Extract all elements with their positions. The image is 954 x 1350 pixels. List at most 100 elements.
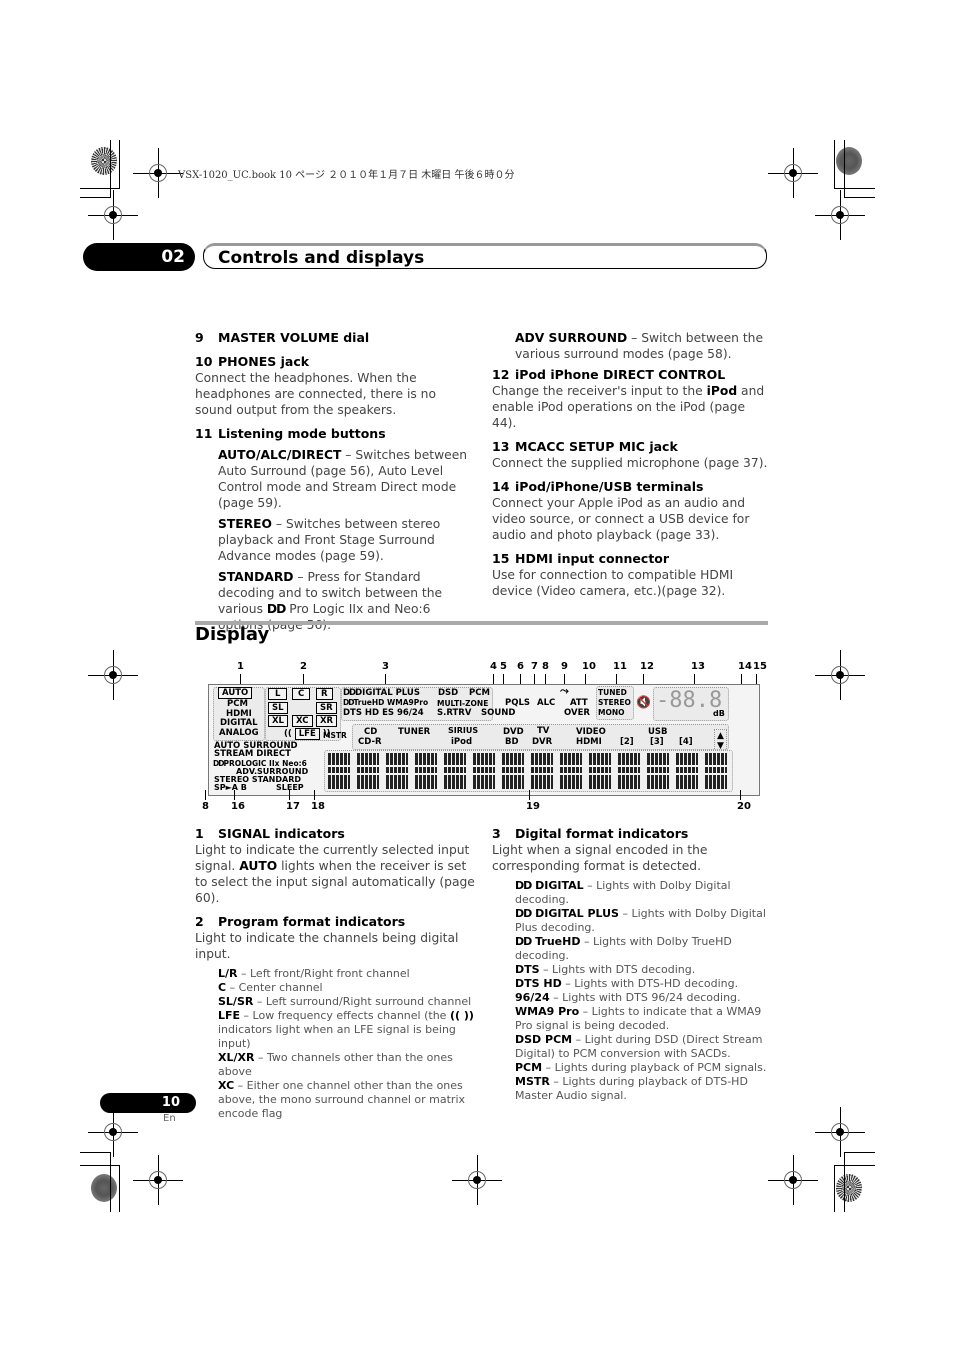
callout-number: 3 bbox=[382, 661, 389, 672]
crop-mark bbox=[845, 197, 875, 198]
chapter-title: Controls and displays bbox=[203, 243, 767, 269]
mstr-indicator: MSTR bbox=[323, 731, 347, 740]
definition-list: DD DIGITAL – Lights with Dolby Digital d… bbox=[492, 879, 777, 1103]
phase-control-icon: ⤳ bbox=[560, 684, 569, 697]
dolby-icon: DD bbox=[515, 935, 532, 948]
color-registration-rosette bbox=[91, 1174, 117, 1202]
definition-item: ADV SURROUND – Switch between the variou… bbox=[515, 331, 764, 361]
callout-number: 13 bbox=[691, 661, 705, 672]
db-label: dB bbox=[713, 709, 725, 718]
dolby-icon: DD bbox=[515, 879, 532, 892]
callout-number: 2 bbox=[300, 661, 307, 672]
definition-item: L/R – Left front/Right front channel bbox=[218, 967, 410, 980]
att-indicator: ATT bbox=[570, 698, 588, 708]
input-tuner: TUNER bbox=[398, 727, 431, 737]
channel-indicator-l: L bbox=[268, 688, 288, 700]
dts-indicator: DTS HD ES 96/24 bbox=[343, 708, 424, 718]
dolby-icon: DD bbox=[343, 698, 354, 707]
definition-item: 96/24 – Lights with DTS 96/24 decoding. bbox=[515, 991, 741, 1004]
input-slot-2: [2] bbox=[620, 737, 634, 747]
section-heading: 14 iPod/iPhone/USB terminals bbox=[492, 479, 704, 494]
definition-item: MSTR – Lights during playback of DTS-HD … bbox=[515, 1075, 748, 1102]
channel-indicator-sr: SR bbox=[316, 702, 337, 714]
definition-item: WMA9 Pro – Lights to indicate that a WMA… bbox=[515, 1005, 762, 1032]
lower-left-column: 1 SIGNAL indicators Light to indicate the… bbox=[195, 826, 480, 1121]
section-heading: 3 Digital format indicators bbox=[492, 826, 689, 841]
channel-indicator-xl: XL bbox=[268, 715, 288, 727]
color-registration-rosette bbox=[836, 147, 862, 175]
pqls-indicator: PQLS bbox=[505, 698, 530, 708]
section-heading: 1 SIGNAL indicators bbox=[195, 826, 345, 841]
pcm-indicator: PCM bbox=[469, 688, 490, 698]
callout-line bbox=[740, 790, 741, 800]
definition-item: XL/XR – Two channels other than the ones… bbox=[218, 1051, 453, 1078]
section-heading: 9 MASTER VOLUME dial bbox=[195, 330, 370, 345]
callout-number: 16 bbox=[231, 801, 245, 812]
matrix-character-cell bbox=[705, 753, 727, 789]
signal-indicator: ANALOG bbox=[219, 728, 259, 738]
truehd-indicator: DDTrueHD WMA9Pro bbox=[343, 698, 429, 707]
channel-indicator-r: R bbox=[316, 688, 333, 700]
input-dvd: DVD bbox=[503, 727, 524, 737]
chapter-number: 02 bbox=[83, 243, 195, 271]
matrix-character-cell bbox=[531, 753, 553, 789]
section-heading: 12 iPod iPhone DIRECT CONTROL bbox=[492, 367, 726, 382]
input-tv: TV bbox=[537, 726, 550, 736]
callout-number: 6 bbox=[517, 661, 524, 672]
section-heading: 11 Listening mode buttons bbox=[195, 426, 386, 441]
crop-mark bbox=[834, 140, 835, 188]
definition-item: DD TrueHD – Lights with Dolby TrueHD dec… bbox=[515, 935, 732, 962]
callout-number: 1 bbox=[237, 661, 244, 672]
callout-line bbox=[314, 790, 315, 800]
crop-mark bbox=[834, 1165, 875, 1166]
callout-number: 19 bbox=[526, 801, 540, 812]
callout-number: 20 bbox=[737, 801, 751, 812]
section-heading: 10 PHONES jack bbox=[195, 354, 310, 369]
callout-line bbox=[289, 790, 290, 800]
mono-indicator: MONO bbox=[598, 708, 625, 717]
callout-number: 11 bbox=[613, 661, 627, 672]
section-body: Light to indicate the currently selected… bbox=[195, 843, 475, 905]
dolby-icon: DD bbox=[343, 688, 356, 698]
srtrv-indicator: S.RTRV bbox=[437, 708, 472, 718]
upper-right-column: ADV SURROUND – Switch between the variou… bbox=[492, 330, 772, 599]
dolby-digital-plus-indicator: DDDIGITAL PLUS bbox=[343, 688, 420, 698]
definition-item: AUTO/ALC/DIRECT – Switches between Auto … bbox=[218, 448, 468, 510]
matrix-character-cell bbox=[386, 753, 408, 789]
crop-mark bbox=[844, 1152, 845, 1212]
book-header: VSX-1020_UC.book 10 ページ ２０１０年１月７日 木曜日 午後… bbox=[178, 170, 515, 181]
dsd-indicator: DSD bbox=[438, 688, 459, 698]
matrix-character-cell bbox=[560, 753, 582, 789]
input-sirius: SIRIUS bbox=[448, 726, 479, 735]
crop-mark bbox=[119, 1165, 120, 1212]
matrix-character-cell bbox=[444, 753, 466, 789]
definition-item: DD DIGITAL PLUS – Lights with Dolby Digi… bbox=[515, 907, 766, 934]
signal-indicator: PCM bbox=[227, 699, 248, 709]
callout-number: 7 bbox=[531, 661, 538, 672]
mute-icon: 🔇 bbox=[636, 695, 651, 709]
tuned-indicator: TUNED bbox=[598, 688, 627, 697]
input-slot-4: [4] bbox=[679, 737, 693, 747]
matrix-character-cell bbox=[328, 753, 350, 789]
stereo-indicator: STEREO bbox=[598, 698, 631, 707]
sound-indicator: SOUND bbox=[481, 708, 516, 718]
input-cdr: CD-R bbox=[358, 737, 382, 747]
input-bd: BD bbox=[505, 737, 519, 747]
section-body: Change the receiver's input to the iPod … bbox=[492, 384, 765, 430]
definition-item: DD DIGITAL – Lights with Dolby Digital d… bbox=[515, 879, 731, 906]
callout-number: 12 bbox=[640, 661, 654, 672]
crop-mark bbox=[845, 1152, 875, 1153]
callout-number: 10 bbox=[582, 661, 596, 672]
dolby-icon: DD bbox=[515, 907, 532, 920]
lower-right-column: 3 Digital format indicators Light when a … bbox=[492, 826, 777, 1103]
crop-mark bbox=[110, 1152, 111, 1212]
callout-line bbox=[234, 790, 235, 800]
stream-direct-indicator: STREAM DIRECT bbox=[214, 749, 291, 759]
input-video: VIDEO bbox=[576, 727, 606, 737]
section-body: Connect the headphones. When the headpho… bbox=[195, 371, 436, 417]
upper-left-column: 9 MASTER VOLUME dial 10 PHONES jack Connec… bbox=[195, 330, 475, 633]
definition-item: DSD PCM – Light during DSD (Direct Strea… bbox=[515, 1033, 763, 1060]
section-body: Connect your Apple iPod as an audio and … bbox=[492, 496, 750, 542]
definition-list: L/R – Left front/Right front channel C –… bbox=[195, 967, 480, 1121]
color-registration-rosette bbox=[836, 1174, 862, 1202]
